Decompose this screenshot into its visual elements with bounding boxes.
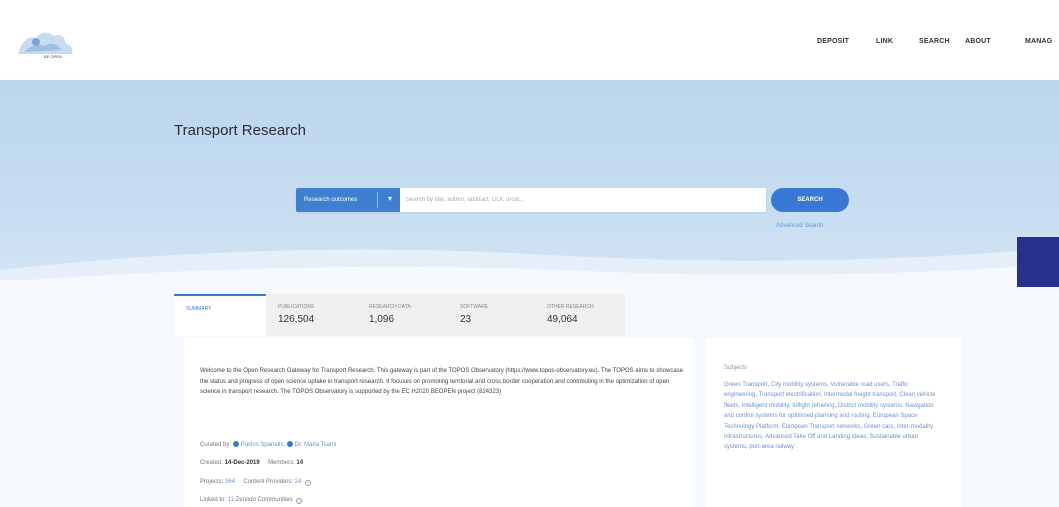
nav-search[interactable]: SEARCH xyxy=(919,38,950,45)
help-icon[interactable]: ? xyxy=(296,498,303,504)
advanced-search-link[interactable]: Advanced Search xyxy=(776,223,823,229)
tab-label: PUBLICATIONS xyxy=(278,304,315,310)
tab-count: 126,504 xyxy=(278,314,315,325)
projects-label: Projects: xyxy=(200,479,224,485)
curated-by: Curated by: Pavlos Spanidis, Dr. Maria T… xyxy=(200,441,337,448)
page-title: Transport Research xyxy=(174,122,306,139)
created-members: Created: 14-Dec-2019 Members: 14 xyxy=(200,460,303,466)
projects-providers: Projects: 364 Content Providers: 24 ? xyxy=(200,479,312,486)
side-panel-toggle[interactable] xyxy=(1017,237,1059,287)
svg-text:BE OPEN: BE OPEN xyxy=(44,54,62,59)
result-type-select[interactable]: Research outcomes ▾ xyxy=(296,188,400,212)
created-value: 14-Dec-2019 xyxy=(224,460,260,466)
linked-label: Linked to: xyxy=(200,497,227,503)
select-divider xyxy=(377,192,378,208)
nav-link[interactable]: LINK xyxy=(876,38,893,45)
header: BE OPEN DEPOSIT LINK SEARCH ABOUT MANAG xyxy=(0,0,1059,80)
curator-link[interactable]: Dr. Maria Tsami xyxy=(295,442,337,448)
tab-count: 23 xyxy=(460,314,472,325)
tab-label: SUMMARY xyxy=(186,306,212,312)
linked-communities: Linked to: 11 Zenodo Communities ? xyxy=(200,497,303,504)
curated-label: Curated by: xyxy=(200,442,232,448)
curator-link[interactable]: Pavlos Spanidis xyxy=(241,442,284,448)
result-type-label: Research outcomes xyxy=(304,197,358,203)
tab-count: 49,064 xyxy=(547,314,578,325)
created-label: Created: xyxy=(200,460,224,466)
linked-value[interactable]: 11 xyxy=(228,497,234,503)
beopen-logo-icon[interactable]: BE OPEN xyxy=(14,24,84,64)
nav-deposit[interactable]: DEPOSIT xyxy=(817,38,849,45)
help-icon[interactable]: ? xyxy=(305,480,312,486)
hero-wave xyxy=(0,248,1059,280)
providers-value[interactable]: 24 xyxy=(295,479,302,485)
tab-research-data[interactable]: RESEARCH DATA 1,096 xyxy=(357,294,448,336)
linked-suffix: Zenodo Communities xyxy=(235,497,293,503)
search-input[interactable] xyxy=(400,188,766,212)
nav-about[interactable]: ABOUT xyxy=(965,38,991,45)
person-icon xyxy=(286,441,293,447)
subjects-title: Subjects xyxy=(724,365,748,371)
search-button[interactable]: SEARCH xyxy=(771,188,849,212)
hero-banner: Transport Research Research outcomes ▾ S… xyxy=(0,80,1059,280)
providers-label: Content Providers: xyxy=(243,479,294,485)
tab-label: SOFTWARE xyxy=(460,304,489,310)
chevron-down-icon: ▾ xyxy=(387,194,392,203)
search-bar: Research outcomes ▾ xyxy=(296,188,766,212)
nav-manage[interactable]: MANAG xyxy=(1025,38,1052,45)
summary-description: Welcome to the Open Research Gateway for… xyxy=(200,368,683,395)
tab-publications[interactable]: PUBLICATIONS 126,504 xyxy=(266,294,357,336)
tab-summary[interactable]: SUMMARY xyxy=(174,294,266,336)
projects-value[interactable]: 364 xyxy=(225,479,235,485)
tab-software[interactable]: SOFTWARE 23 xyxy=(448,294,535,336)
tab-count: 1,096 xyxy=(369,314,395,325)
person-icon xyxy=(232,441,239,447)
tab-other-research[interactable]: OTHER RESEARCH 49,064 xyxy=(535,294,625,336)
tab-label: RESEARCH DATA xyxy=(369,304,411,310)
tab-label: OTHER RESEARCH xyxy=(547,304,594,310)
members-value: 14 xyxy=(296,460,304,466)
stats-tabs: SUMMARY PUBLICATIONS 126,504 RESEARCH DA… xyxy=(174,294,625,336)
members-label: Members: xyxy=(268,460,295,466)
subjects-list[interactable]: Green Transport, City mobility systems, … xyxy=(724,380,936,453)
